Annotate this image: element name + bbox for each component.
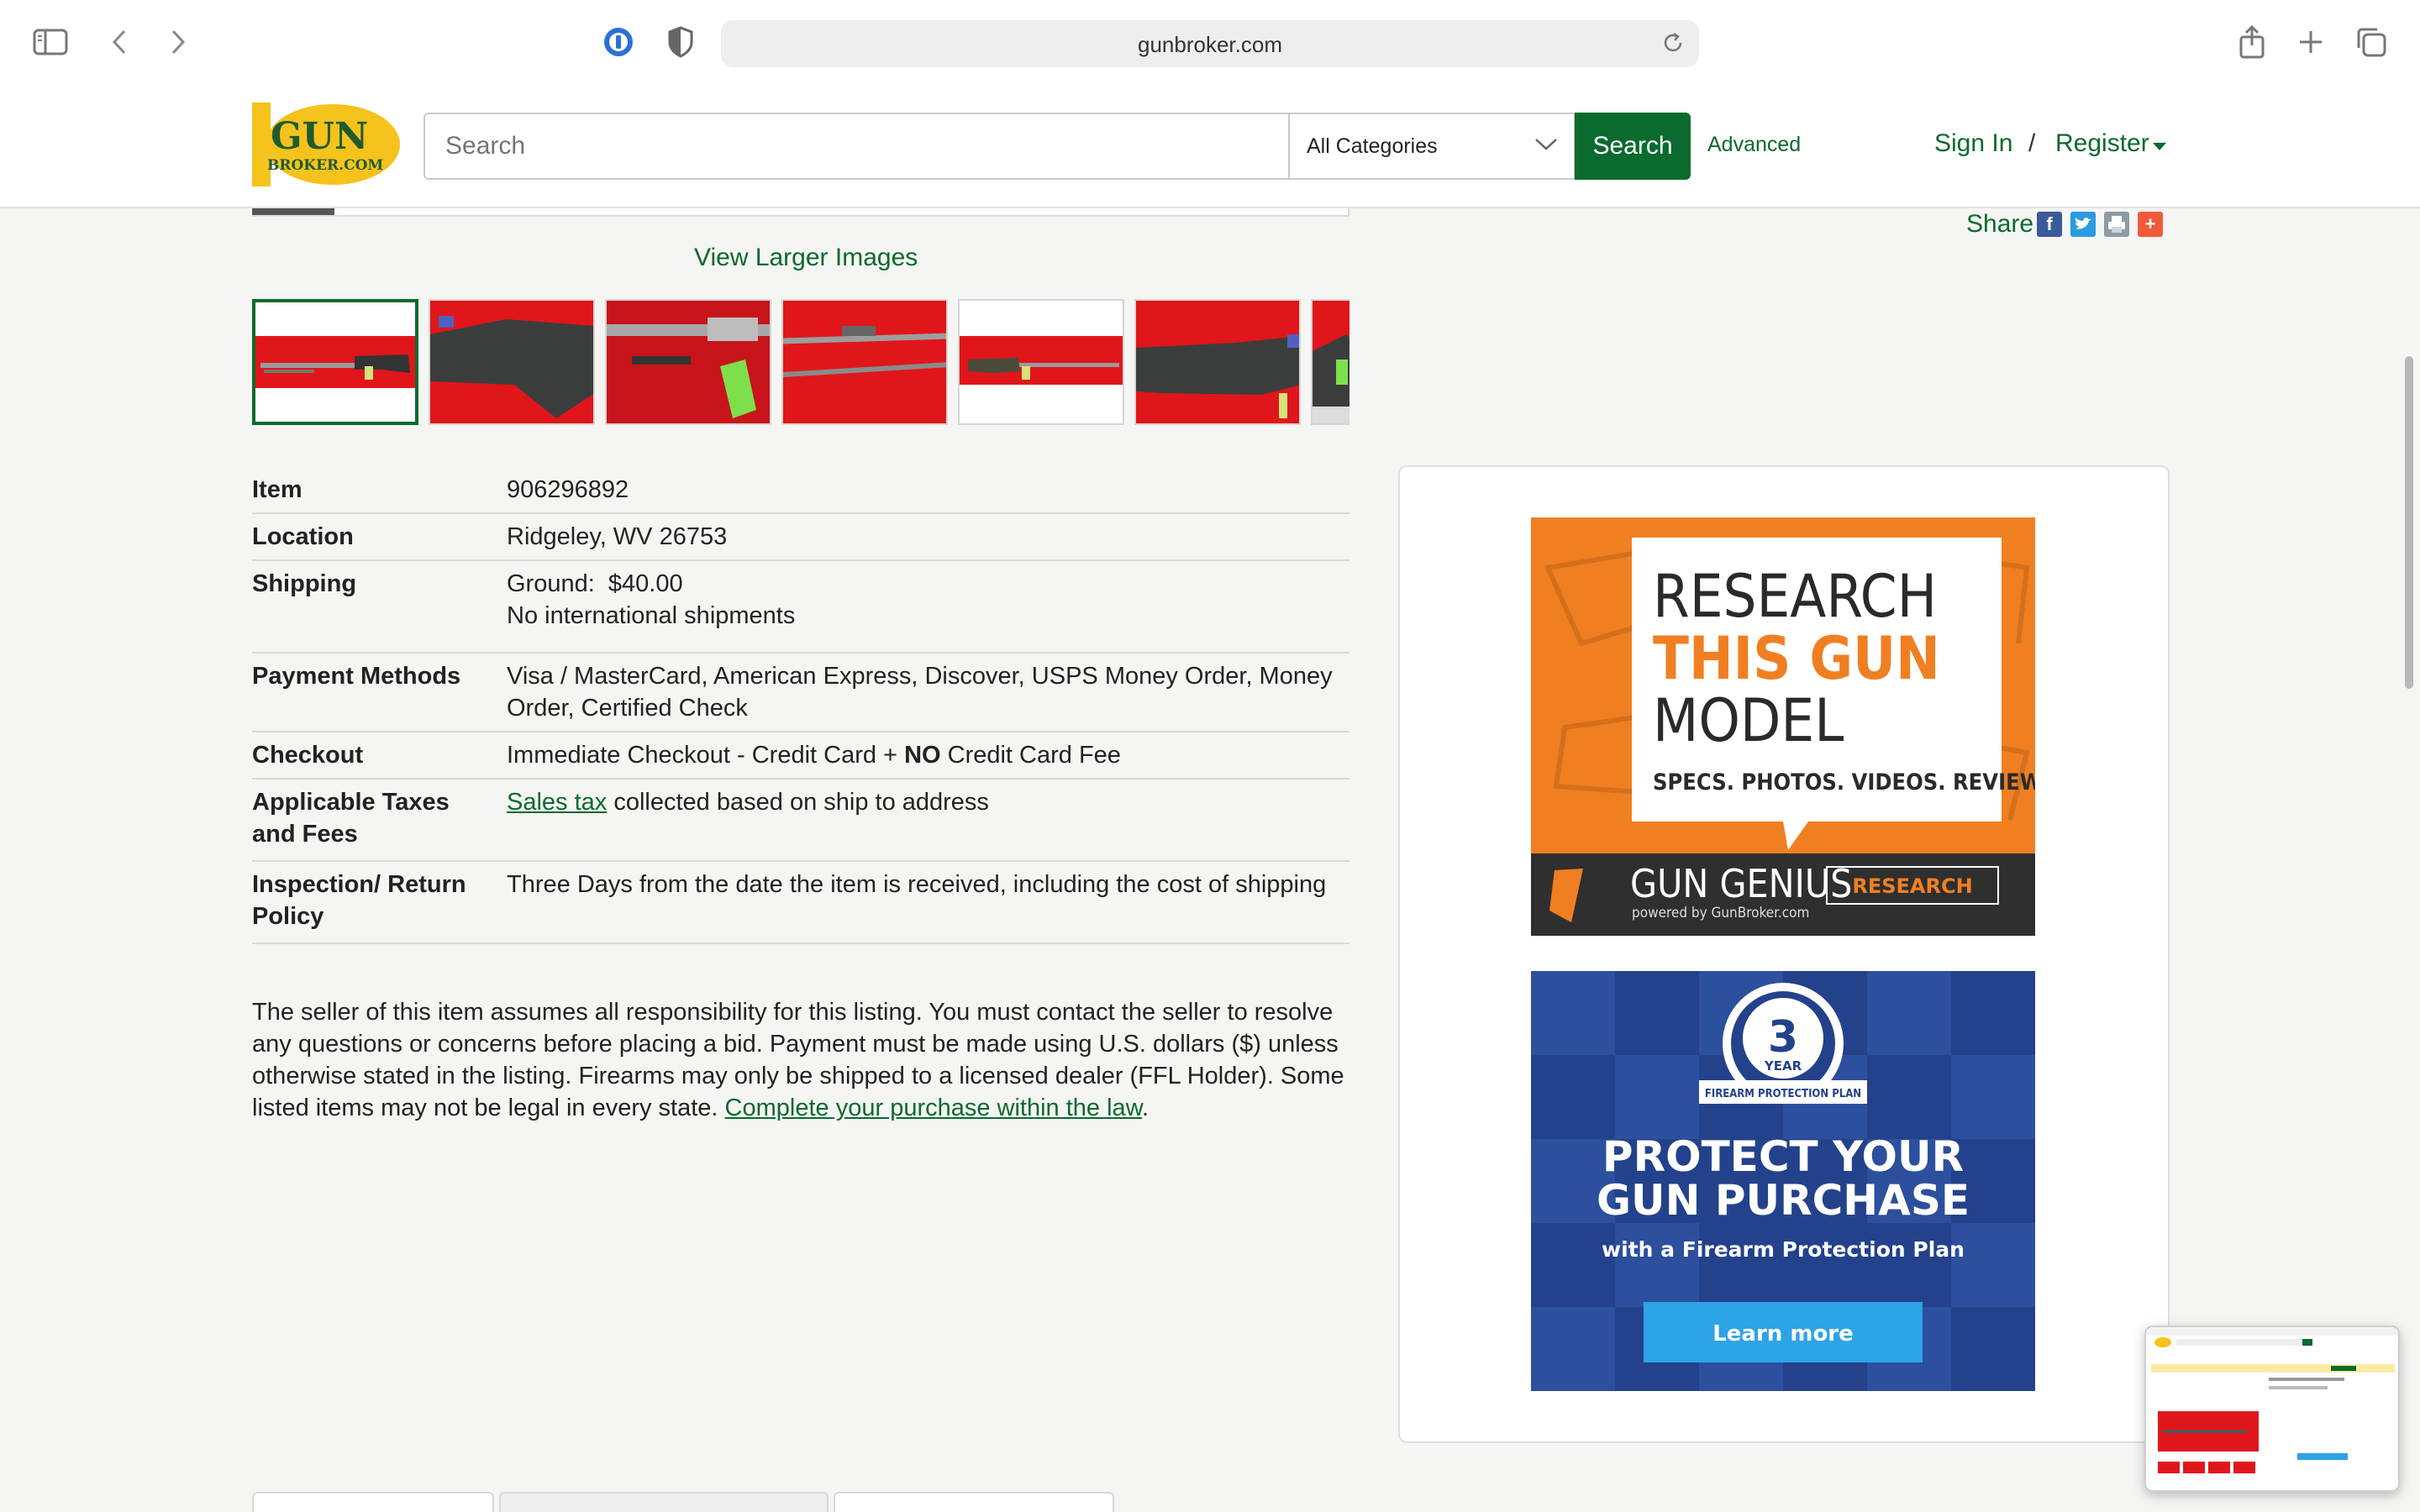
detail-label: Payment Methods	[252, 663, 461, 690]
badge-ribbon: FIREARM PROTECTION PLAN	[1705, 1088, 1861, 1100]
taxes-info: Sales tax collected based on ship to add…	[507, 780, 1349, 825]
twitter-icon[interactable]	[2070, 212, 2096, 237]
sidebar-toggle-icon[interactable]	[30, 22, 71, 62]
ad-research-tagline: SPECS. PHOTOS. VIDEOS. REVIEWS.	[1653, 769, 2035, 795]
thumbnail-5[interactable]	[958, 299, 1124, 425]
item-location: Ridgeley, WV 26753	[507, 523, 728, 550]
header-separator: /	[2028, 129, 2036, 157]
checkout-info: Immediate Checkout - Credit Card + NO Cr…	[507, 732, 1349, 778]
ad-research-button[interactable]: RESEARCH	[1852, 874, 1972, 898]
checkout-suffix: Credit Card Fee	[940, 742, 1121, 769]
new-tab-icon[interactable]	[2291, 22, 2331, 62]
shipping-info: Ground: $40.00 No international shipment…	[507, 561, 1349, 632]
privacy-shield-icon[interactable]	[660, 22, 701, 62]
thumbnail-4[interactable]	[781, 299, 948, 425]
bottom-tab-2[interactable]	[499, 1492, 829, 1512]
detail-row-inspection: Inspection/ Return Policy Three Days fro…	[252, 862, 1349, 944]
chevron-down-icon	[1534, 136, 1559, 156]
search-input[interactable]	[424, 113, 1289, 180]
ad-protect-line1: PROTECT YOUR	[1602, 1132, 1964, 1181]
ad-learn-more-button[interactable]: Learn more	[1712, 1321, 1854, 1347]
item-details-table: Item 906296892 Location Ridgeley, WV 267…	[252, 467, 1349, 944]
category-select[interactable]: All Categories	[1288, 113, 1576, 180]
tab-overview-icon[interactable]	[2351, 22, 2391, 62]
register-link[interactable]: Register	[2055, 129, 2149, 158]
badge-number: 3	[1768, 1012, 1798, 1063]
detail-label: Item	[252, 476, 302, 503]
ad-research-line2: THIS GUN	[1653, 624, 1940, 693]
password-manager-icon[interactable]	[598, 22, 639, 62]
sign-in-link[interactable]: Sign In	[1934, 129, 2012, 158]
detail-row-payment: Payment Methods Visa / MasterCard, Ameri…	[252, 654, 1349, 732]
detail-label: Applicable Taxes and Fees	[252, 789, 450, 848]
sales-tax-link[interactable]: Sales tax	[507, 789, 607, 816]
image-tab-strip	[252, 208, 1349, 217]
advanced-search-link[interactable]: Advanced	[1707, 133, 1801, 157]
search-button[interactable]: Search	[1575, 113, 1691, 180]
bottom-tab-1[interactable]	[252, 1492, 494, 1512]
logo-broker-text: BROKER.COM	[267, 157, 383, 174]
screenshot-preview-thumbnail[interactable]	[2144, 1326, 2400, 1492]
thumbnail-7[interactable]	[1311, 299, 1349, 425]
add-share-icon[interactable]: +	[2138, 212, 2163, 237]
share-label: Share	[1966, 210, 2034, 238]
thumbnail-2[interactable]	[429, 299, 595, 425]
reload-icon[interactable]	[1660, 30, 1686, 59]
detail-label: Shipping	[252, 570, 357, 597]
page-scrollbar[interactable]	[2405, 356, 2413, 689]
back-icon[interactable]	[99, 22, 139, 62]
checkout-no-fee: NO	[904, 742, 941, 769]
share-icon[interactable]	[2232, 22, 2272, 62]
detail-label: Checkout	[252, 742, 364, 769]
detail-row-location: Location Ridgeley, WV 26753	[252, 514, 1349, 561]
purchase-law-link[interactable]: Complete your purchase within the law	[725, 1095, 1142, 1121]
facebook-icon[interactable]: f	[2037, 212, 2062, 237]
ad-protect-line3: with a Firearm Protection Plan	[1602, 1237, 1965, 1262]
detail-label: Location	[252, 523, 354, 550]
return-policy: Three Days from the date the item is rec…	[507, 871, 1327, 898]
badge-year: YEAR	[1764, 1058, 1802, 1074]
forward-icon[interactable]	[158, 22, 198, 62]
detail-row-taxes: Applicable Taxes and Fees Sales tax coll…	[252, 780, 1349, 862]
url-text: gunbroker.com	[1138, 32, 1282, 57]
site-header: GUN BROKER.COM All Categories Search Adv…	[0, 84, 2420, 208]
detail-label: Inspection/ Return Policy	[252, 871, 466, 930]
thumbnail-strip	[252, 299, 1349, 425]
shipping-ground: Ground: $40.00	[507, 570, 683, 597]
print-icon[interactable]	[2104, 212, 2129, 237]
address-bar[interactable]: gunbroker.com	[721, 20, 1699, 67]
bottom-tab-3[interactable]	[834, 1492, 1114, 1512]
seller-disclaimer: The seller of this item assumes all resp…	[252, 996, 1353, 1124]
detail-row-checkout: Checkout Immediate Checkout - Credit Car…	[252, 732, 1349, 780]
thumbnail-1[interactable]	[252, 299, 418, 425]
research-gun-ad[interactable]: RESEARCH THIS GUN MODEL SPECS. PHOTOS. V…	[1531, 517, 2035, 936]
checkout-prefix: Immediate Checkout - Credit Card +	[507, 742, 905, 769]
active-tab-indicator	[252, 208, 334, 215]
ad-brand-name: GUN GENIUS	[1630, 861, 1852, 906]
logo-gun-text: GUN	[271, 115, 368, 158]
detail-row-item: Item 906296892	[252, 467, 1349, 514]
ad-research-line3: MODEL	[1653, 686, 1844, 755]
gunbroker-logo[interactable]: GUN BROKER.COM	[252, 102, 400, 186]
taxes-text: collected based on ship to address	[607, 789, 989, 816]
thumbnail-3[interactable]	[605, 299, 771, 425]
caret-down-icon[interactable]	[2153, 143, 2166, 150]
view-larger-images-link[interactable]: View Larger Images	[694, 244, 918, 272]
detail-row-shipping: Shipping Ground: $40.00 No international…	[252, 561, 1349, 654]
payment-methods: Visa / MasterCard, American Express, Dis…	[507, 663, 1333, 722]
item-number: 906296892	[507, 476, 629, 503]
ad-brand-sub: powered by GunBroker.com	[1632, 905, 1809, 921]
disclaimer-end: .	[1142, 1095, 1150, 1121]
thumbnail-6[interactable]	[1134, 299, 1301, 425]
browser-toolbar: gunbroker.com	[0, 0, 2420, 84]
protection-plan-ad[interactable]: 3 YEAR FIREARM PROTECTION PLAN PROTECT Y…	[1531, 971, 2035, 1391]
ad-research-line1: RESEARCH	[1653, 562, 1937, 631]
ad-protect-line2: GUN PURCHASE	[1597, 1176, 1970, 1225]
category-selected-label: All Categories	[1307, 134, 1438, 158]
shipping-international: No international shipments	[507, 602, 796, 629]
